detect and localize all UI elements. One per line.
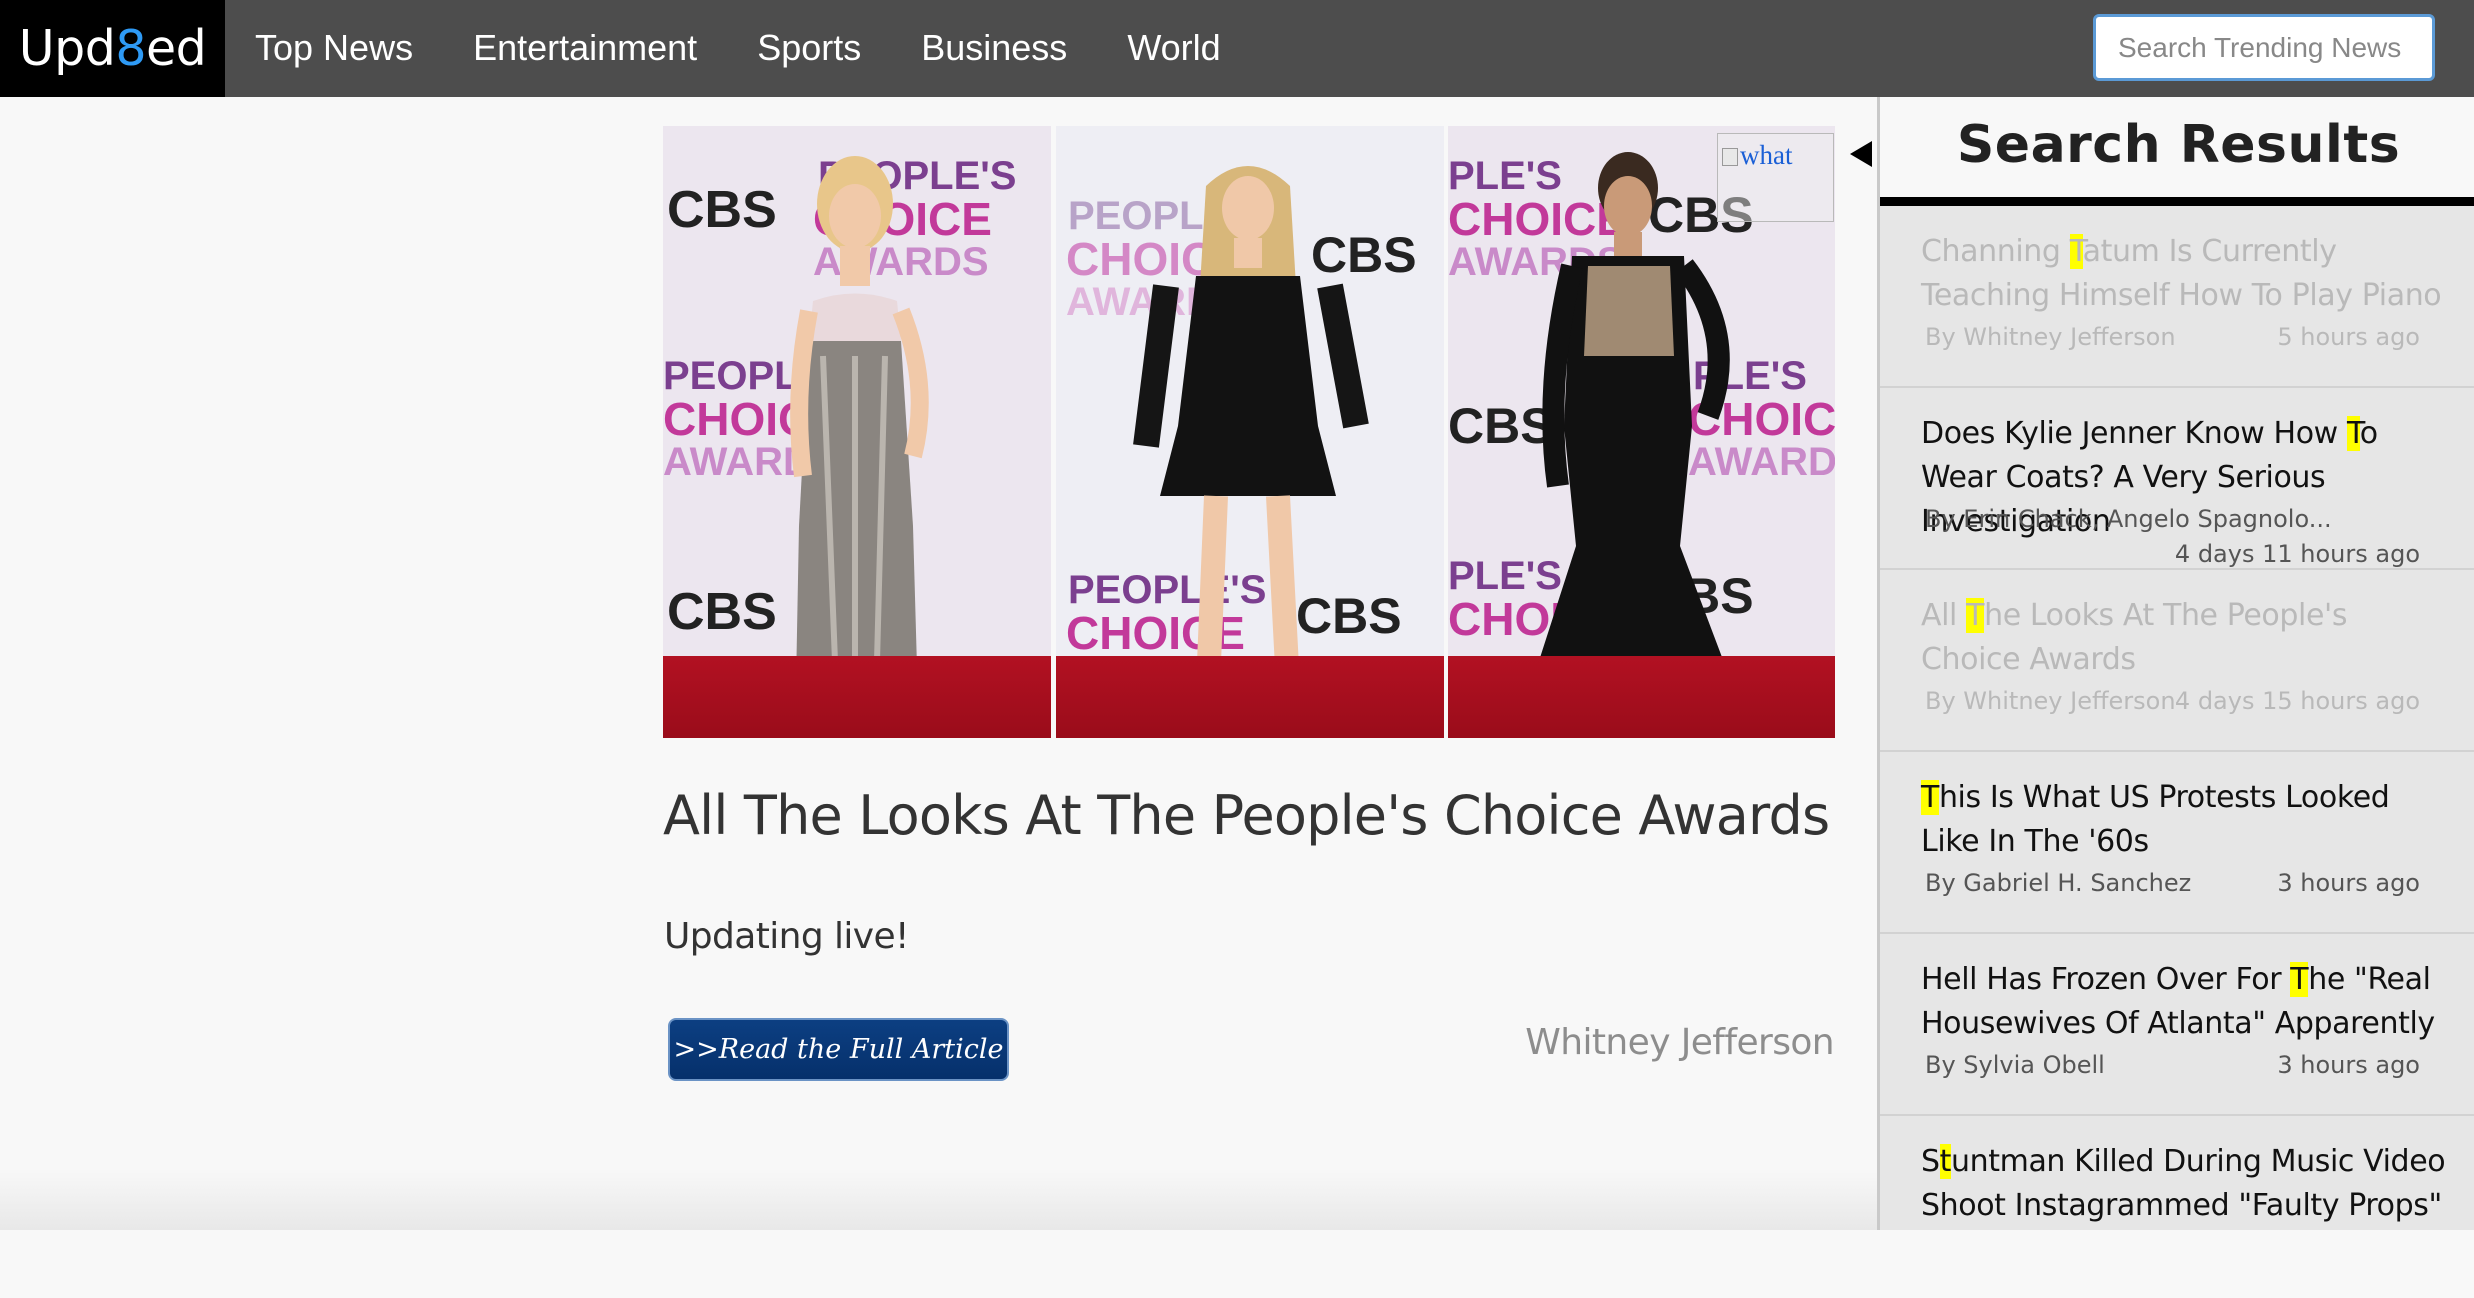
result-time: 4 days 11 hours ago xyxy=(2174,540,2420,568)
main-nav: Top News Entertainment Sports Business W… xyxy=(225,0,1251,97)
search-trending-input[interactable] xyxy=(2093,14,2435,81)
result-author: By Whitney Jefferson xyxy=(1925,323,2176,351)
nav-item-sports[interactable]: Sports xyxy=(727,0,891,97)
nav-item-top-news[interactable]: Top News xyxy=(225,0,443,97)
article-title: All The Looks At The People's Choice Awa… xyxy=(663,784,1830,847)
result-author: By Erin Chack, Angelo Spagnolo... xyxy=(1925,505,2332,533)
nav-item-entertainment[interactable]: Entertainment xyxy=(443,0,727,97)
bottom-shadow xyxy=(0,1168,1878,1230)
result-time: 3 hours ago xyxy=(2277,869,2420,897)
result-time: 3 hours ago xyxy=(2277,1051,2420,1079)
panel-header: Search Results xyxy=(1880,97,2474,206)
search-result-item[interactable]: Channing Tatum Is Currently Teaching Him… xyxy=(1880,206,2474,388)
search-result-item[interactable]: Hell Has Frozen Over For The "Real House… xyxy=(1880,934,2474,1116)
result-title: Channing Tatum Is Currently Teaching Him… xyxy=(1921,230,2451,318)
red-carpet xyxy=(1448,656,1835,738)
hero-photo-2: PEOPLE'S CHOICE AWARDS CBS PEOPLE'S CHOI… xyxy=(1056,126,1444,738)
broken-image-alt-text: what xyxy=(1740,140,1793,170)
read-full-article-button[interactable]: >>Read the Full Article xyxy=(668,1018,1009,1081)
result-title-text: Hell Has Frozen Over For xyxy=(1921,962,2291,997)
site-logo[interactable]: Upd8ed xyxy=(0,0,225,97)
article-subtitle: Updating live! xyxy=(664,916,909,957)
search-result-item[interactable]: Stuntman Killed During Music Video Shoot… xyxy=(1880,1116,2474,1298)
article-author: Whitney Jefferson xyxy=(1525,1022,1834,1063)
hero-photo-1: CBS PEOPLE'S CHOICE AWARDS PEOPLE'S CHOI… xyxy=(663,126,1051,738)
nav-item-business[interactable]: Business xyxy=(891,0,1097,97)
red-carpet xyxy=(1056,656,1444,738)
broken-image-icon xyxy=(1722,148,1738,166)
collapse-panel-arrow-icon[interactable] xyxy=(1850,141,1872,167)
celebrity-figure-2 xyxy=(1133,166,1369,706)
match-highlight: T xyxy=(1966,598,1985,633)
result-time: 5 hours ago xyxy=(2277,323,2420,351)
result-title-text: All xyxy=(1921,598,1967,633)
result-time: 4 days 15 hours ago xyxy=(2174,687,2420,715)
broken-image-placeholder: what xyxy=(1717,133,1834,222)
result-title-text: S xyxy=(1921,1144,1940,1179)
celebrity-figure-1 xyxy=(790,156,929,738)
match-highlight: T xyxy=(2069,234,2083,269)
result-title: Stuntman Killed During Music Video Shoot… xyxy=(1921,1140,2451,1228)
result-author: By Whitney Jefferson xyxy=(1925,687,2176,715)
article-hero-image: CBS PEOPLE'S CHOICE AWARDS PEOPLE'S CHOI… xyxy=(663,126,1835,738)
result-title: This Is What US Protests Looked Like In … xyxy=(1921,776,2451,864)
result-title-text: his Is What US Protests Looked Like In T… xyxy=(1921,780,2390,859)
match-highlight: T xyxy=(2346,416,2360,451)
logo-text-end: ed xyxy=(146,20,207,77)
match-highlight: T xyxy=(2290,962,2309,997)
result-title-text: he Looks At The People's Choice Awards xyxy=(1921,598,2348,677)
search-result-item[interactable]: Does Kylie Jenner Know How To Wear Coats… xyxy=(1880,388,2474,570)
search-results-panel: Search Results Channing Tatum Is Current… xyxy=(1877,97,2474,1230)
search-result-item[interactable]: This Is What US Protests Looked Like In … xyxy=(1880,752,2474,934)
result-title-text: Channing xyxy=(1921,234,2070,269)
result-title-text: Does Kylie Jenner Know How xyxy=(1921,416,2347,451)
panel-title: Search Results xyxy=(1956,115,2401,175)
red-carpet xyxy=(663,656,1051,738)
result-author: By Gabriel H. Sanchez xyxy=(1925,869,2192,897)
search-result-item[interactable]: All The Looks At The People's Choice Awa… xyxy=(1880,570,2474,752)
result-title: All The Looks At The People's Choice Awa… xyxy=(1921,594,2451,682)
top-navigation-bar: Upd8ed Top News Entertainment Sports Bus… xyxy=(0,0,2474,97)
result-author: By Sylvia Obell xyxy=(1925,1051,2105,1079)
match-highlight: T xyxy=(1921,780,1939,815)
result-title: Hell Has Frozen Over For The "Real House… xyxy=(1921,958,2451,1046)
logo-text-start: Upd xyxy=(18,20,116,77)
result-title-text: untman Killed During Music Video Shoot I… xyxy=(1921,1144,2446,1223)
match-highlight: t xyxy=(1939,1144,1952,1179)
nav-item-world[interactable]: World xyxy=(1097,0,1250,97)
logo-text-accent: 8 xyxy=(115,20,146,77)
